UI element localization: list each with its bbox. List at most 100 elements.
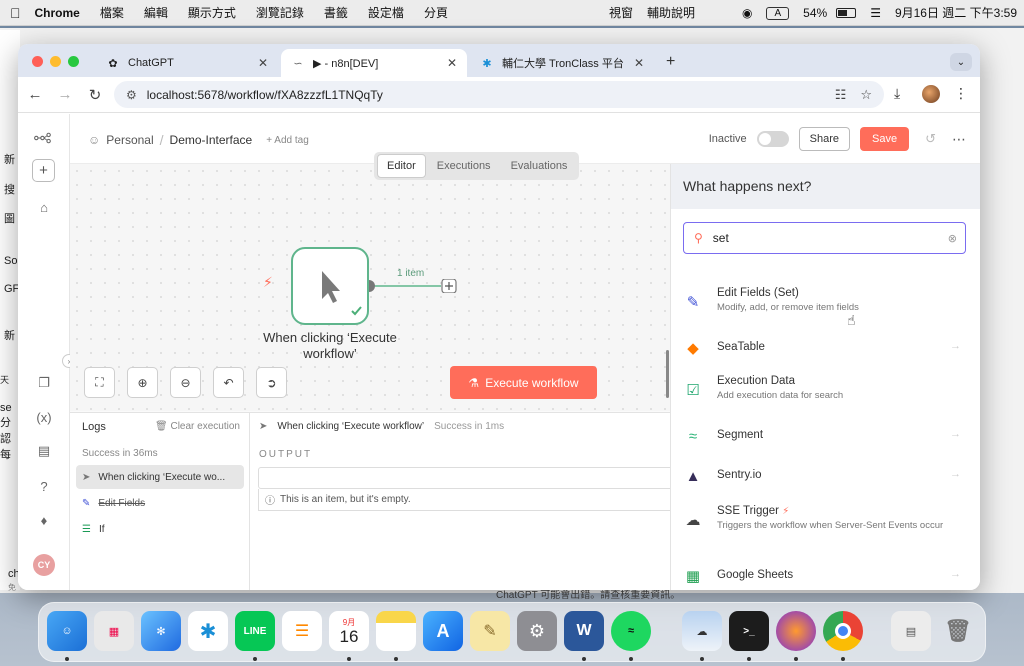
stickies-icon[interactable]: ✎	[470, 611, 510, 651]
apple-icon[interactable]: 	[0, 5, 31, 21]
share-button[interactable]: Share	[798, 127, 851, 151]
close-tab-icon[interactable]: ✕	[258, 56, 268, 70]
line-app-icon[interactable]: LINE	[235, 611, 275, 651]
notes-icon[interactable]	[376, 611, 416, 651]
chrome-menu-icon[interactable]: ⋮	[954, 85, 968, 102]
chrome-icon[interactable]	[823, 611, 863, 651]
result-execution-data[interactable]: ☑ Execution Data Add execution data for …	[671, 370, 980, 410]
result-google-sheets[interactable]: ▦ Google Sheets →	[671, 556, 980, 590]
templates-icon[interactable]: ❐	[34, 373, 54, 393]
result-seatable[interactable]: ◆ SeaTable →	[671, 328, 980, 368]
zoom-out-icon[interactable]: ⊖	[170, 367, 201, 398]
menubar-clock[interactable]: 9月16日 週二 下午3:59	[888, 4, 1024, 21]
zoom-in-icon[interactable]: ⊕	[127, 367, 158, 398]
create-plus-icon[interactable]: +	[32, 159, 55, 182]
execute-workflow-button[interactable]: ⚗ Execute workflow	[450, 366, 597, 399]
manual-trigger-node[interactable]	[291, 247, 369, 325]
tab-executions[interactable]: Executions	[428, 155, 500, 177]
terminal-icon[interactable]: >_	[729, 611, 769, 651]
panel-scrollbar[interactable]	[666, 350, 669, 398]
profile-avatar-icon[interactable]	[922, 85, 940, 103]
address-bar[interactable]: ⚙ localhost:5678/workflow/fXA8zzzfL1TNQq…	[114, 81, 884, 108]
result-segment[interactable]: ≈ Segment →	[671, 416, 980, 456]
finder-icon[interactable]: ☺	[47, 611, 87, 651]
clear-execution-button[interactable]: 🗑 Clear execution	[155, 421, 240, 432]
variables-icon[interactable]: (x)	[34, 407, 54, 427]
menu-help[interactable]: 輔助說明	[640, 4, 702, 21]
n8n-logo-icon[interactable]	[34, 128, 54, 148]
fit-view-icon[interactable]: ⛶	[84, 367, 115, 398]
spotify-icon[interactable]: ≈	[611, 611, 651, 651]
status-icon[interactable]: ◉	[702, 6, 759, 20]
tab-evaluations[interactable]: Evaluations	[502, 155, 577, 177]
download-icon[interactable]: ⤓	[894, 85, 900, 102]
close-tab-icon[interactable]: ✕	[634, 56, 644, 70]
notification-bell-icon[interactable]: ♦	[34, 510, 54, 530]
tab-n8n[interactable]: ∽ ▶ - n8n[DEV] ✕	[281, 49, 467, 77]
input-method-icon[interactable]: A	[759, 5, 796, 20]
undo-icon[interactable]: ↶	[213, 367, 244, 398]
zoom-window-button[interactable]	[68, 56, 79, 67]
control-center-icon[interactable]: ☰	[863, 6, 888, 20]
node-search-input[interactable]: ⚲ set ⊗	[683, 222, 966, 254]
log-row-edit-fields[interactable]: ✎ Edit Fields	[76, 491, 244, 515]
battery-icon[interactable]	[829, 6, 863, 20]
menu-tabs[interactable]: 分頁	[414, 4, 458, 21]
downloads-folder-icon[interactable]: ▤	[891, 611, 931, 651]
tab-search-chevron-icon[interactable]: ⌄	[950, 53, 972, 71]
result-sse-trigger[interactable]: ☁ SSE Trigger ⚡ Triggers the workflow wh…	[671, 500, 980, 548]
url-text[interactable]: localhost:5678/workflow/fXA8zzzfL1TNQqTy	[147, 88, 383, 102]
home-icon[interactable]: ⌂	[34, 197, 54, 217]
menu-bookmarks[interactable]: 書籤	[314, 4, 358, 21]
result-sentry[interactable]: ▲ Sentry.io →	[671, 456, 980, 496]
tab-tronclass[interactable]: ✱ 輔仁大學 TronClass 平台 ✕	[470, 49, 654, 77]
close-window-button[interactable]	[32, 56, 43, 67]
menu-view[interactable]: 顯示方式	[178, 4, 246, 21]
menu-app-name[interactable]: Chrome	[31, 6, 90, 20]
reload-icon[interactable]: ↻	[80, 86, 110, 104]
add-tag-link[interactable]: + Add tag	[266, 135, 309, 146]
menu-file[interactable]: 檔案	[90, 4, 134, 21]
menu-edit[interactable]: 編輯	[134, 4, 178, 21]
project-link[interactable]: Personal	[106, 133, 153, 147]
log-row-if[interactable]: ☰ If	[76, 517, 244, 541]
forward-arrow-icon[interactable]: →	[50, 86, 80, 103]
preview-icon[interactable]: ☁	[682, 611, 722, 651]
help-icon[interactable]: ?	[34, 476, 54, 496]
workflow-canvas[interactable]: ⚡ 1 item When clicking ‘Execute workflow…	[70, 164, 670, 411]
tidy-up-icon[interactable]: ➲	[256, 367, 287, 398]
app-store-icon[interactable]: A	[423, 611, 463, 651]
word-icon[interactable]: W	[564, 611, 604, 651]
search-value[interactable]: set	[713, 231, 729, 245]
log-row-trigger[interactable]: ➤ When clicking ‘Execute wo...	[76, 465, 244, 489]
history-icon[interactable]: ↺	[925, 131, 936, 147]
minimize-window-button[interactable]	[50, 56, 61, 67]
launchpad-icon[interactable]: ▦	[94, 611, 134, 651]
close-tab-icon[interactable]: ✕	[447, 56, 457, 70]
menu-window[interactable]: 視窗	[602, 4, 640, 21]
clear-search-icon[interactable]: ⊗	[948, 232, 957, 245]
user-avatar[interactable]: CY	[33, 554, 55, 576]
system-settings-icon[interactable]: ⚙	[517, 611, 557, 651]
translate-icon[interactable]: ☷	[835, 87, 847, 103]
site-info-icon[interactable]: ⚙	[126, 88, 137, 102]
workflow-name[interactable]: Demo-Interface	[170, 133, 253, 147]
trash-icon[interactable]: 🗑	[938, 611, 978, 651]
result-edit-fields[interactable]: ✎ Edit Fields (Set) Modify, add, or remo…	[671, 282, 980, 322]
reminders-icon[interactable]: ☰	[282, 611, 322, 651]
save-button[interactable]: Save	[860, 127, 910, 151]
firefox-icon[interactable]	[776, 611, 816, 651]
new-tab-button[interactable]: +	[666, 53, 675, 71]
menu-history[interactable]: 瀏覽記錄	[246, 4, 314, 21]
active-toggle[interactable]	[756, 131, 789, 147]
tab-editor[interactable]: Editor	[377, 154, 426, 178]
menu-profiles[interactable]: 設定檔	[358, 4, 414, 21]
tronclass-icon[interactable]: ✱	[188, 611, 228, 651]
calendar-icon[interactable]: 9月 16	[329, 611, 369, 651]
bookmark-star-icon[interactable]: ☆	[860, 87, 872, 103]
insights-chart-icon[interactable]: ▤	[34, 441, 54, 461]
tab-chatgpt[interactable]: ✿ ChatGPT ✕	[96, 49, 278, 77]
safari-icon[interactable]: ✻	[141, 611, 181, 651]
more-menu-icon[interactable]: ⋯	[952, 131, 966, 148]
back-arrow-icon[interactable]: ←	[20, 86, 50, 103]
